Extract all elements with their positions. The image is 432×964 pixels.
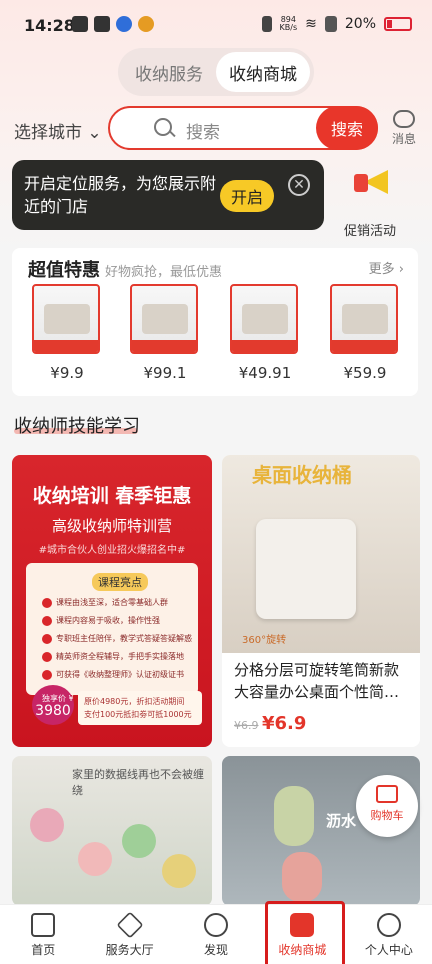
course-price-label: 独享价 ¥ (42, 694, 74, 703)
shopping-bag-icon (290, 913, 315, 937)
product-card[interactable]: 家里的数据线再也不会被缠绕 (12, 756, 212, 906)
product-name: 分格分层可旋转笔筒新款大容量办公桌面个性简… (234, 661, 400, 701)
battery-text: 20% (344, 16, 376, 32)
chevron-right-icon: › (398, 262, 404, 277)
product-banner: 桌面收纳桶 (252, 463, 352, 487)
app-notification-icon (116, 16, 132, 32)
city-label: 选择城市 (14, 123, 82, 143)
tab-storage-mall[interactable]: 收纳商城 (216, 52, 310, 92)
deal-price: ¥59.9 (343, 364, 387, 382)
section-title: 收纳师技能学习 (14, 416, 140, 437)
sim-icon (324, 16, 337, 32)
search-bar[interactable]: 搜索 搜索 (108, 106, 378, 150)
planet-icon (204, 913, 229, 937)
product-caption: 家里的数据线再也不会被缠绕 (72, 768, 204, 797)
nav-item-service-hall[interactable]: 服务大厅 (86, 905, 172, 964)
cart-icon (376, 785, 398, 803)
deals-subtitle: 好物疯抢，最低优惠 (105, 265, 223, 280)
close-icon[interactable]: ✕ (288, 174, 310, 196)
enable-location-button[interactable]: 开启 (220, 180, 274, 212)
vibrate-icon (261, 16, 272, 32)
product-image (230, 284, 298, 354)
status-right: 894 KB/s ≋ 20% (261, 15, 412, 32)
cable-holder-figure (78, 842, 112, 876)
megaphone-icon (350, 166, 390, 206)
nav-item-discover[interactable]: 发现 (173, 905, 259, 964)
deal-item[interactable]: ¥49.91 (230, 284, 300, 382)
search-icon (154, 118, 172, 136)
highlight-item: 课程内容易于吸收，操作性强 (42, 615, 160, 626)
rotate-badge: 360°旋转 (242, 635, 287, 646)
deal-price: ¥49.91 (238, 364, 292, 382)
product-image: 桌面收纳桶 360°旋转 (222, 455, 420, 653)
weibo-icon (138, 16, 154, 32)
segmented-tabs: 收纳服务 收纳商城 (118, 48, 314, 96)
pen-holder-image (256, 519, 356, 619)
product-image (130, 284, 198, 354)
location-permission-popup: 开启定位服务，为您展示附近的门店 开启 ✕ (12, 160, 324, 230)
sale-price: ¥6.9 (262, 713, 307, 734)
cable-holder-figure (162, 854, 196, 888)
cube-icon (116, 911, 144, 939)
deal-item[interactable]: ¥9.9 (32, 284, 102, 382)
course-highlights-panel: 课程亮点 课程由浅至深，适合零基础人群 课程内容易于吸收，操作性强 专职班主任陪… (26, 563, 198, 695)
course-tag: #城市合伙人创业招火爆招名中# (38, 545, 186, 556)
search-input[interactable]: 搜索 (186, 118, 220, 143)
product-card[interactable]: 桌面收纳桶 360°旋转 分格分层可旋转笔筒新款大容量办公桌面个性简… ¥6.9… (222, 455, 420, 747)
location-popup-text: 开启定位服务，为您展示附近的门店 (24, 174, 217, 216)
highlight-item: 精英师资全程辅导，手把手实操落地 (42, 651, 184, 662)
battery-icon (384, 17, 412, 31)
product-image (32, 284, 100, 354)
course-price-badge: 3980 (32, 685, 74, 725)
promo-label: 促销活动 (343, 224, 396, 239)
city-selector[interactable]: 选择城市 ⌄ (14, 118, 102, 143)
deal-item[interactable]: ¥59.9 (330, 284, 400, 382)
slipper-image (274, 786, 314, 846)
product-caption: 沥水 (326, 812, 357, 830)
cloud-icon (72, 16, 88, 32)
status-bar: 14:28 894 KB/s ≋ 20% (0, 0, 432, 50)
nav-item-profile[interactable]: 个人中心 (346, 905, 432, 964)
deals-card: 超值特惠 好物疯抢，最低优惠 更多 › ¥9.9 ¥99.1 ¥49.91 ¥5… (12, 248, 418, 396)
user-icon (376, 913, 401, 937)
highlight-item: 专职班主任陪伴，教学式答疑答疑解惑 (42, 633, 192, 644)
highlight-item: 课程由浅至深，适合零基础人群 (42, 597, 168, 608)
chevron-down-icon: ⌄ (87, 123, 102, 143)
nav-item-storage-mall[interactable]: 收纳商城 (259, 901, 346, 964)
highlight-item: 可获得《收纳整理师》认证初级证书 (42, 669, 184, 680)
home-icon (31, 913, 56, 937)
status-notification-icons (72, 16, 154, 32)
cable-holder-figure (122, 824, 156, 858)
panel-title: 课程亮点 (92, 573, 148, 591)
wifi-icon: ≋ (305, 16, 317, 32)
more-link[interactable]: 更多 › (369, 258, 404, 277)
tab-storage-service[interactable]: 收纳服务 (122, 52, 216, 92)
deal-price: ¥99.1 (143, 364, 187, 382)
course-card[interactable]: 收纳培训 春季钜惠 高级收纳师特训营 #城市合伙人创业招火爆招名中# 课程亮点 … (12, 455, 212, 747)
promo-activity-entry[interactable]: 促销活动 (340, 166, 400, 239)
bottom-nav: 首页 服务大厅 发现 收纳商城 个人中心 (0, 901, 432, 964)
deal-price: ¥9.9 (50, 364, 84, 382)
product-image (330, 284, 398, 354)
chat-bubble-icon (393, 110, 415, 128)
course-title: 收纳培训 春季钜惠 (32, 485, 192, 507)
nav-item-home[interactable]: 首页 (0, 905, 86, 964)
cable-holder-figure (30, 808, 64, 842)
deal-item[interactable]: ¥99.1 (130, 284, 200, 382)
cart-label: 购物车 (370, 809, 404, 822)
search-button[interactable]: 搜索 (316, 106, 378, 150)
course-subtitle: 高级收纳师特训营 (51, 517, 172, 535)
original-price: ¥6.9 (234, 719, 259, 732)
message-button[interactable]: 消息 (388, 110, 420, 147)
course-promo-note: 原价4980元，折扣活动期间 支付100元抵扣劵可抵1000元 (78, 691, 202, 725)
message-label: 消息 (391, 132, 416, 146)
deals-title: 超值特惠 (28, 260, 100, 281)
net-speed: 894 KB/s (279, 15, 298, 32)
message-app-icon (94, 16, 110, 32)
status-time: 14:28 (24, 16, 75, 35)
slipper-image (282, 852, 322, 902)
cart-button[interactable]: 购物车 (356, 775, 418, 837)
